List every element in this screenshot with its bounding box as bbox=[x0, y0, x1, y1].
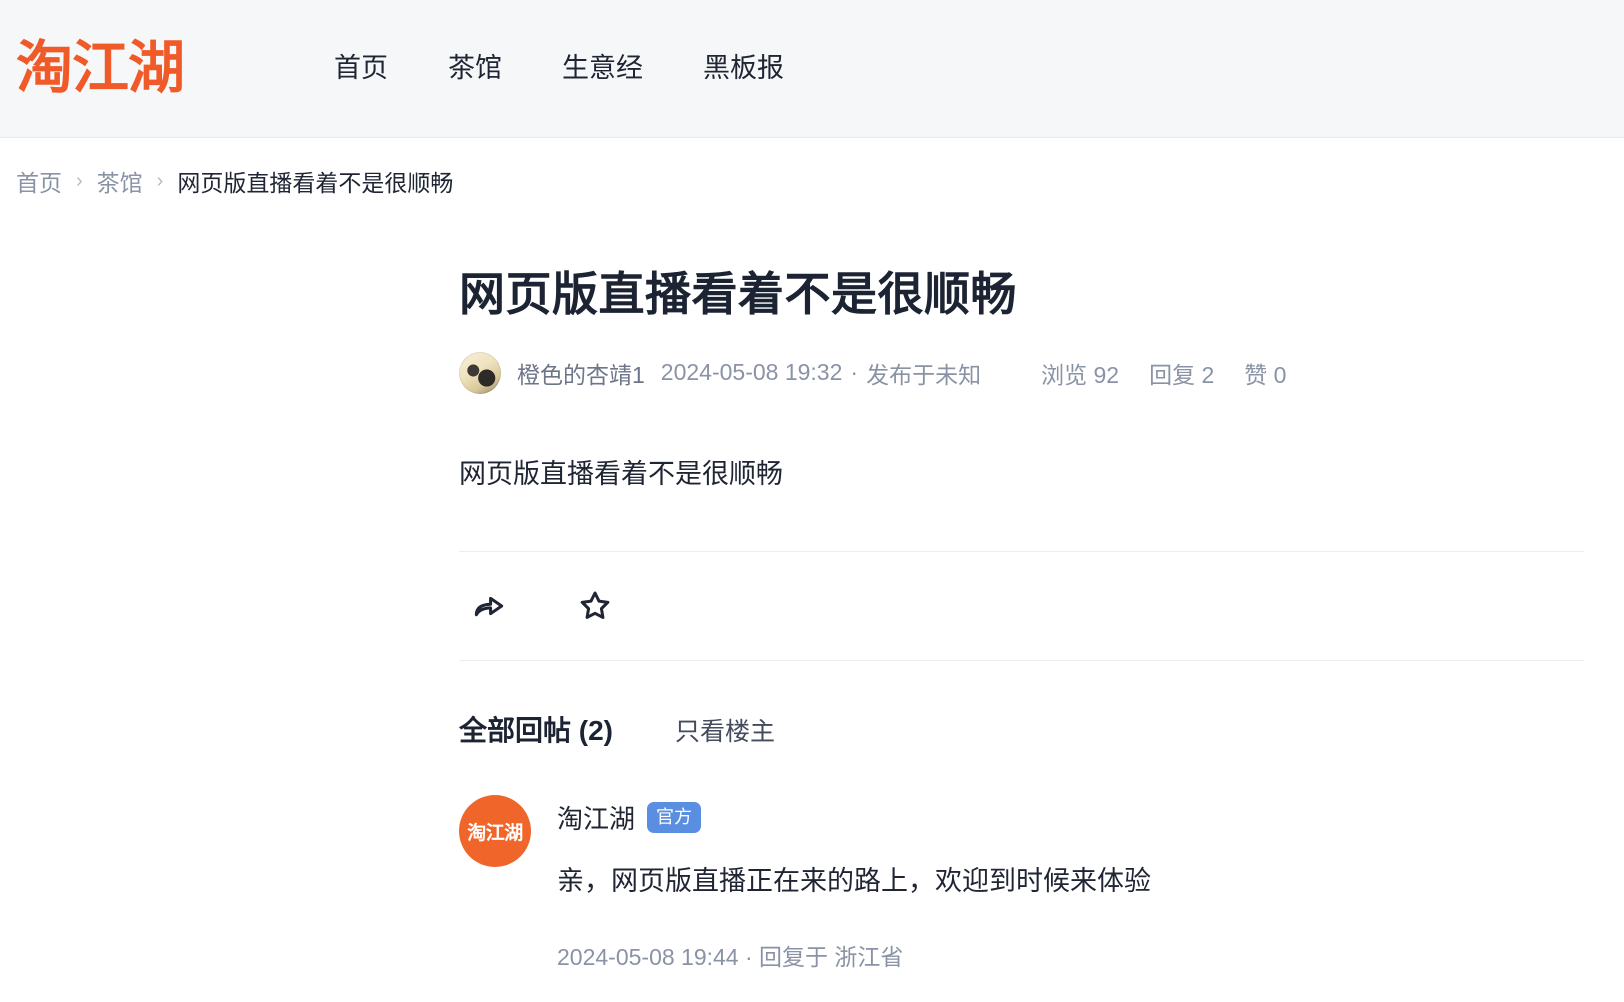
site-logo[interactable]: 淘江湖 bbox=[16, 40, 185, 97]
post-action-bar bbox=[459, 552, 1584, 660]
reply-body-text: 亲，网页版直播正在来的路上，欢迎到时候来体验 bbox=[557, 866, 1151, 897]
nav-item-home[interactable]: 首页 bbox=[334, 55, 388, 82]
nav-item-business[interactable]: 生意经 bbox=[562, 55, 643, 82]
post-stats: 浏览 92 回复 2 赞 0 bbox=[1041, 356, 1286, 390]
nav-item-bulletin[interactable]: 黑板报 bbox=[703, 55, 784, 82]
avatar[interactable]: 淘江湖 bbox=[459, 795, 531, 868]
site-header: 淘江湖 首页 茶馆 生意经 黑板报 bbox=[0, 0, 1624, 138]
post-timestamp: 2024-05-08 19:32 bbox=[660, 359, 843, 385]
post-body-text: 网页版直播看着不是很顺畅 bbox=[459, 458, 783, 489]
breadcrumb-section[interactable]: 茶馆 bbox=[97, 164, 143, 198]
replies-header: 全部回帖 (2) 只看楼主 bbox=[459, 709, 1584, 749]
replies-count-title: 全部回帖 (2) bbox=[459, 715, 614, 747]
reply-content: 淘江湖 官方 亲，网页版直播正在来的路上，欢迎到时候来体验 2024-05-08… bbox=[557, 795, 1584, 971]
chevron-right-icon: › bbox=[76, 170, 83, 192]
meta-separator: · bbox=[850, 359, 859, 385]
favorite-button[interactable] bbox=[573, 584, 617, 628]
status-badge: 官方 bbox=[647, 802, 702, 834]
stat-replies: 回复 2 bbox=[1149, 361, 1215, 388]
breadcrumb-home[interactable]: 首页 bbox=[16, 164, 62, 198]
main-navigation: 首页 茶馆 生意经 黑板报 bbox=[334, 55, 784, 82]
page-title: 网页版直播看着不是很顺畅 bbox=[459, 268, 1017, 320]
filter-op-only[interactable]: 只看楼主 bbox=[675, 712, 775, 748]
breadcrumb-current: 网页版直播看着不是很顺畅 bbox=[177, 170, 454, 196]
star-icon bbox=[576, 587, 614, 625]
post-location: 发布于未知 bbox=[866, 361, 982, 388]
avatar[interactable] bbox=[459, 351, 501, 394]
nav-item-teahouse[interactable]: 茶馆 bbox=[448, 55, 502, 82]
share-button[interactable] bbox=[467, 584, 511, 628]
reply-footer: 2024-05-08 19:44 · 回复于 浙江省 bbox=[557, 943, 904, 970]
breadcrumb: 首页 › 茶馆 › 网页版直播看着不是很顺畅 bbox=[0, 138, 1624, 224]
share-icon bbox=[470, 587, 508, 625]
post-detail-container: 网页版直播看着不是很顺畅 橙色的杏靖1 2024-05-08 19:32 · 发… bbox=[0, 266, 1624, 972]
divider bbox=[459, 660, 1584, 662]
chevron-right-icon: › bbox=[156, 170, 164, 192]
reply-author-name[interactable]: 淘江湖 bbox=[557, 799, 635, 836]
list-item: 淘江湖 淘江湖 官方 亲，网页版直播正在来的路上，欢迎到时候来体验 2024-0… bbox=[459, 795, 1584, 971]
post-author-name[interactable]: 橙色的杏靖1 bbox=[517, 356, 645, 390]
reply-author-row: 淘江湖 官方 bbox=[557, 799, 1584, 836]
stat-likes: 赞 0 bbox=[1244, 361, 1287, 388]
stat-views: 浏览 92 bbox=[1041, 361, 1120, 388]
post-meta-row: 橙色的杏靖1 2024-05-08 19:32 · 发布于未知 浏览 92 回复… bbox=[459, 351, 1584, 394]
